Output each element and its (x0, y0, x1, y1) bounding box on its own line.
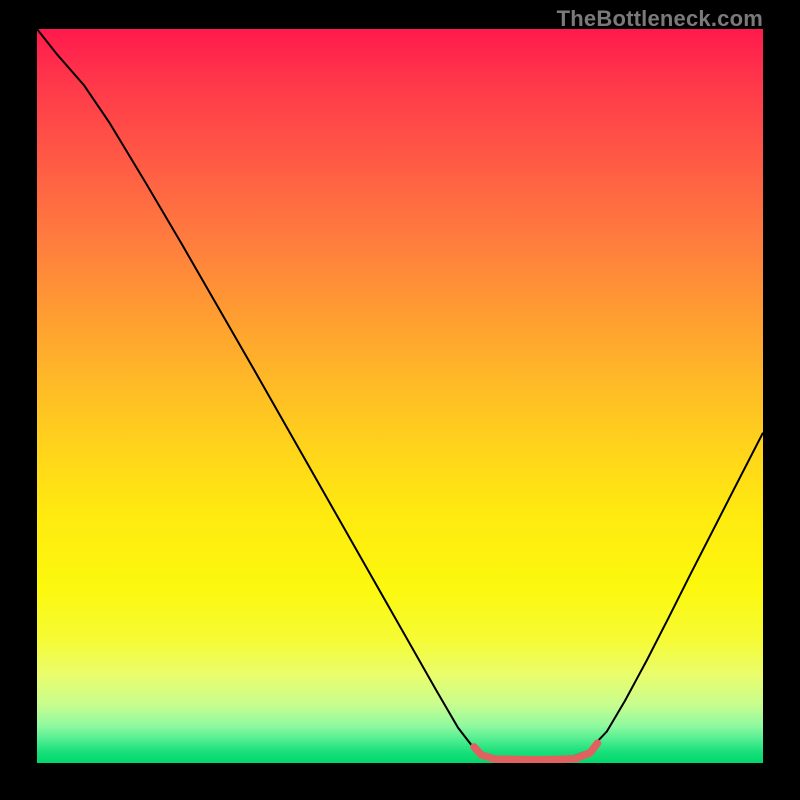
chart-svg (0, 0, 800, 800)
series-black-curve (37, 29, 763, 760)
series-red-marker-segment (474, 743, 597, 760)
chart-frame: TheBottleneck.com (0, 0, 800, 800)
